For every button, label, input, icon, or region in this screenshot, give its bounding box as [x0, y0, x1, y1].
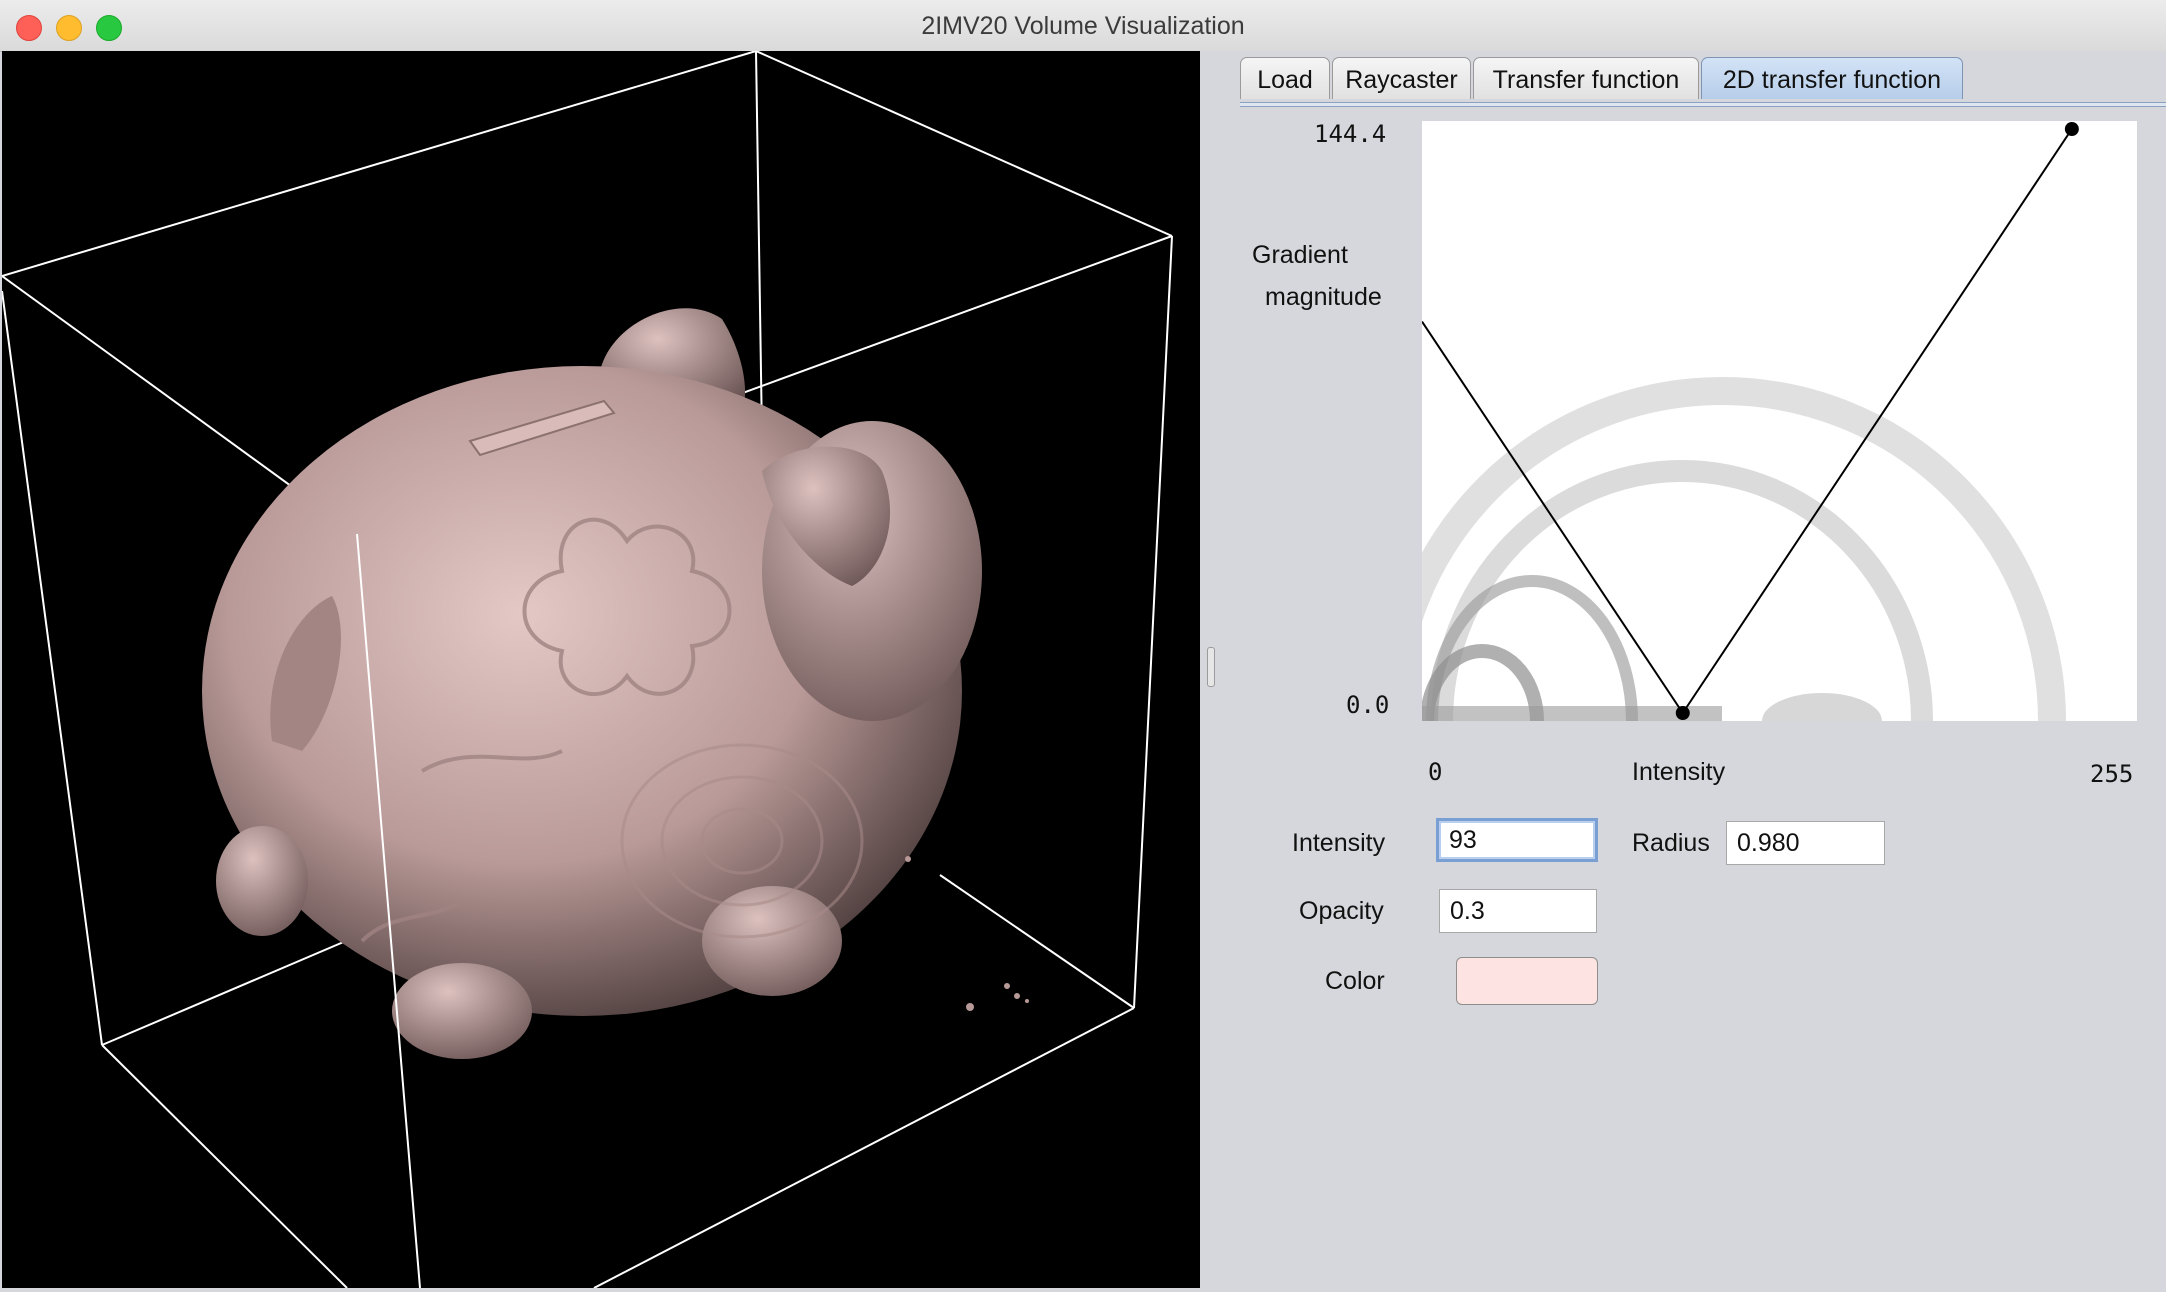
tf2d-histogram-canvas[interactable] — [1422, 121, 2137, 721]
x-axis-min-label: 0 — [1428, 758, 1443, 786]
color-picker-button[interactable] — [1456, 957, 1598, 1005]
tab-raycaster[interactable]: Raycaster — [1332, 57, 1471, 99]
tab-underline — [1240, 102, 2166, 107]
tab-2d-transfer-function[interactable]: 2D transfer function — [1701, 57, 1963, 99]
opacity-label: Opacity — [1299, 897, 1384, 925]
split-pane-divider[interactable] — [1200, 51, 1220, 1288]
window-title: 2IMV20 Volume Visualization — [921, 12, 1245, 40]
opacity-input[interactable] — [1439, 889, 1597, 933]
y-axis-title-line2: magnitude — [1265, 283, 1382, 311]
app-window: 2IMV20 Volume Visualization Load Raycast… — [0, 0, 2166, 1292]
x-axis-title: Intensity — [1632, 758, 1726, 786]
tf-intensity-handle[interactable] — [1675, 706, 1690, 720]
tf-radius-handle[interactable] — [2064, 122, 2079, 136]
intensity-input[interactable] — [1436, 818, 1598, 862]
volume-render-canvas[interactable] — [2, 51, 1200, 1288]
radius-input[interactable] — [1726, 821, 1885, 865]
tab-load[interactable]: Load — [1240, 57, 1330, 99]
tf2d-plot[interactable] — [1422, 121, 2137, 721]
y-axis-max-label: 144.4 — [1314, 120, 1387, 148]
split-handle-grip[interactable] — [1207, 647, 1215, 687]
radius-label: Radius — [1632, 829, 1710, 857]
control-panel: Load Raycaster Transfer function 2D tran… — [1220, 51, 2166, 1288]
tab-transfer-function[interactable]: Transfer function — [1473, 57, 1699, 99]
color-label: Color — [1325, 967, 1385, 995]
gradient-histogram — [1422, 371, 2066, 721]
x-axis-max-label: 255 — [2090, 760, 2134, 788]
y-axis-min-label: 0.0 — [1346, 691, 1390, 719]
y-axis-title-line1: Gradient — [1252, 241, 1348, 269]
volume-render-viewport[interactable] — [2, 51, 1200, 1288]
title-bar: 2IMV20 Volume Visualization — [0, 0, 2166, 52]
piggy-bank-volume — [202, 308, 1029, 1059]
intensity-label: Intensity — [1292, 829, 1386, 857]
